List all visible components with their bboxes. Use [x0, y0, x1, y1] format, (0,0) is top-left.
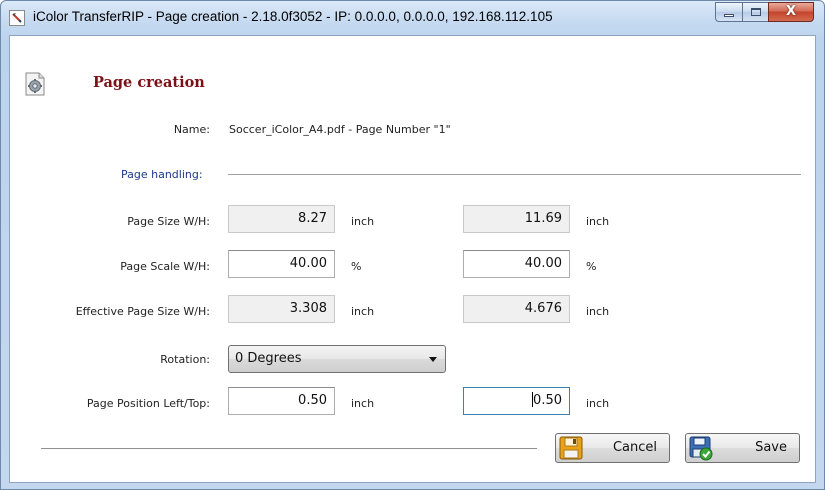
- effective-height-field: 4.676: [463, 295, 570, 323]
- maximize-button[interactable]: [742, 2, 768, 22]
- app-icon[interactable]: [9, 10, 25, 26]
- name-value: Soccer_iColor_A4.pdf - Page Number "1": [229, 123, 451, 136]
- scale-width-unit: %: [351, 260, 362, 273]
- rotation-select[interactable]: 0 Degrees: [228, 345, 446, 373]
- page-width-field: 8.27: [228, 205, 335, 233]
- dialog-window: iColor TransferRIP - Page creation - 2.1…: [0, 0, 825, 490]
- scale-width-input[interactable]: 40.00: [228, 250, 335, 278]
- save-label: Save: [755, 440, 787, 455]
- position-top-input[interactable]: 0.50: [463, 387, 570, 415]
- floppy-disk-icon: [559, 436, 583, 460]
- maximize-icon: [751, 8, 761, 16]
- save-button[interactable]: Save: [685, 433, 800, 463]
- page-height-field: 11.69: [463, 205, 570, 233]
- name-label: Name:: [173, 123, 210, 136]
- effective-height-unit: inch: [586, 305, 610, 318]
- section-divider: [228, 174, 801, 175]
- minimize-icon: [724, 14, 734, 17]
- position-top-unit: inch: [586, 397, 610, 410]
- rotation-label: Rotation:: [160, 353, 210, 366]
- chevron-down-icon[interactable]: [429, 357, 437, 362]
- caption-buttons: X: [715, 2, 814, 24]
- close-button[interactable]: X: [768, 2, 814, 22]
- page-size-label: Page Size W/H:: [127, 215, 210, 228]
- window-title: iColor TransferRIP - Page creation - 2.1…: [33, 9, 553, 24]
- cancel-button[interactable]: Cancel: [555, 433, 670, 463]
- page-width-unit: inch: [351, 215, 375, 228]
- position-left-input[interactable]: 0.50: [228, 387, 335, 415]
- dialog-client-area: Page creation: [9, 35, 816, 483]
- section-label-page-handling: Page handling:: [121, 168, 203, 181]
- effective-width-field: 3.308: [228, 295, 335, 323]
- effective-width-unit: inch: [351, 305, 375, 318]
- page-scale-label: Page Scale W/H:: [120, 260, 210, 273]
- title-bar[interactable]: iColor TransferRIP - Page creation - 2.1…: [1, 1, 824, 35]
- minimize-button[interactable]: [715, 2, 742, 22]
- scale-height-input[interactable]: 40.00: [463, 250, 570, 278]
- scale-height-unit: %: [586, 260, 597, 273]
- position-left-unit: inch: [351, 397, 375, 410]
- page-title: Page creation: [93, 74, 205, 91]
- close-icon: X: [785, 4, 797, 19]
- position-label: Page Position Left/Top:: [86, 397, 210, 410]
- save-check-icon: [689, 436, 713, 461]
- page-height-unit: inch: [586, 215, 610, 228]
- footer-divider: [41, 448, 537, 449]
- effective-size-label: Effective Page Size W/H:: [75, 305, 210, 318]
- gear-page-icon: [25, 72, 45, 96]
- position-top-value: 0.50: [533, 393, 562, 408]
- cancel-label: Cancel: [612, 440, 657, 455]
- rotation-selected-value: 0 Degrees: [235, 351, 302, 366]
